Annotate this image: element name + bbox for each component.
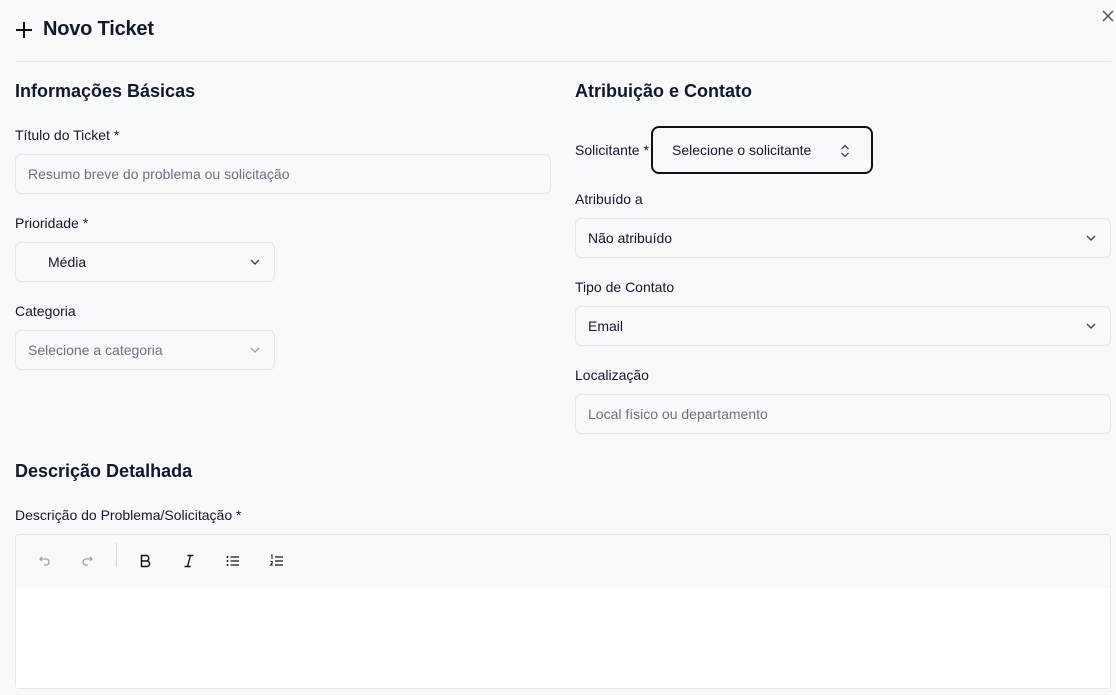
plus-icon	[15, 21, 33, 39]
redo-icon	[82, 556, 93, 566]
category-select[interactable]: Selecione a categoria	[15, 330, 275, 370]
ticket-title-placeholder: Resumo breve do problema ou solicitação	[28, 166, 290, 182]
location-label: Localização	[575, 367, 649, 383]
redo-button[interactable]	[77, 550, 99, 572]
header-divider	[15, 61, 1111, 62]
contact-type-label: Tipo de Contato	[575, 279, 675, 295]
chevron-down-icon	[1086, 323, 1096, 329]
location-input[interactable]: Local físico ou departamento	[575, 394, 1111, 434]
ticket-title-input[interactable]: Resumo breve do problema ou solicitação	[15, 154, 551, 194]
italic-icon	[184, 554, 194, 568]
basic-info-heading: Informações Básicas	[15, 81, 196, 101]
rich-text-editor	[15, 534, 1111, 689]
assigned-value: Não atribuído	[588, 230, 673, 246]
description-label: Descrição do Problema/Solicitação *	[15, 507, 242, 523]
contact-type-select[interactable]: Email	[575, 306, 1111, 346]
close-icon[interactable]	[1100, 8, 1116, 24]
requester-label: Solicitante *	[575, 142, 649, 158]
editor-toolbar	[16, 535, 1110, 589]
editor-content-area[interactable]	[16, 588, 1110, 688]
dialog-header: Novo Ticket	[15, 18, 154, 41]
undo-icon	[39, 556, 50, 566]
chevron-down-icon	[250, 259, 260, 265]
bold-icon	[140, 554, 151, 568]
bold-button[interactable]	[134, 550, 156, 572]
description-heading: Descrição Detalhada	[15, 461, 193, 481]
assigned-select[interactable]: Não atribuído	[575, 218, 1111, 258]
chevron-down-icon	[1086, 235, 1096, 241]
italic-button[interactable]	[178, 550, 200, 572]
requester-placeholder: Selecione o solicitante	[672, 142, 812, 158]
bullet-list-button[interactable]	[222, 550, 244, 572]
bullet-list-icon	[226, 556, 239, 566]
location-placeholder: Local físico ou departamento	[588, 406, 768, 422]
category-label: Categoria	[15, 303, 76, 319]
undo-button[interactable]	[33, 550, 55, 572]
assignment-heading: Atribuição e Contato	[575, 81, 753, 101]
dialog-title: Novo Ticket	[43, 18, 154, 40]
ordered-list-icon	[269, 554, 283, 566]
chevrons-up-down-icon	[841, 144, 849, 158]
requester-select[interactable]: Selecione o solicitante	[651, 126, 873, 174]
category-placeholder: Selecione a categoria	[28, 342, 163, 358]
ordered-list-button[interactable]	[266, 550, 288, 572]
toolbar-separator	[116, 543, 117, 567]
ticket-title-label: Título do Ticket *	[15, 127, 120, 143]
priority-select[interactable]: Média	[15, 242, 275, 282]
priority-value: Média	[48, 254, 87, 270]
contact-type-value: Email	[588, 318, 624, 334]
assigned-label: Atribuído a	[575, 191, 643, 207]
chevron-down-icon	[250, 347, 260, 353]
priority-label: Prioridade *	[15, 215, 89, 231]
